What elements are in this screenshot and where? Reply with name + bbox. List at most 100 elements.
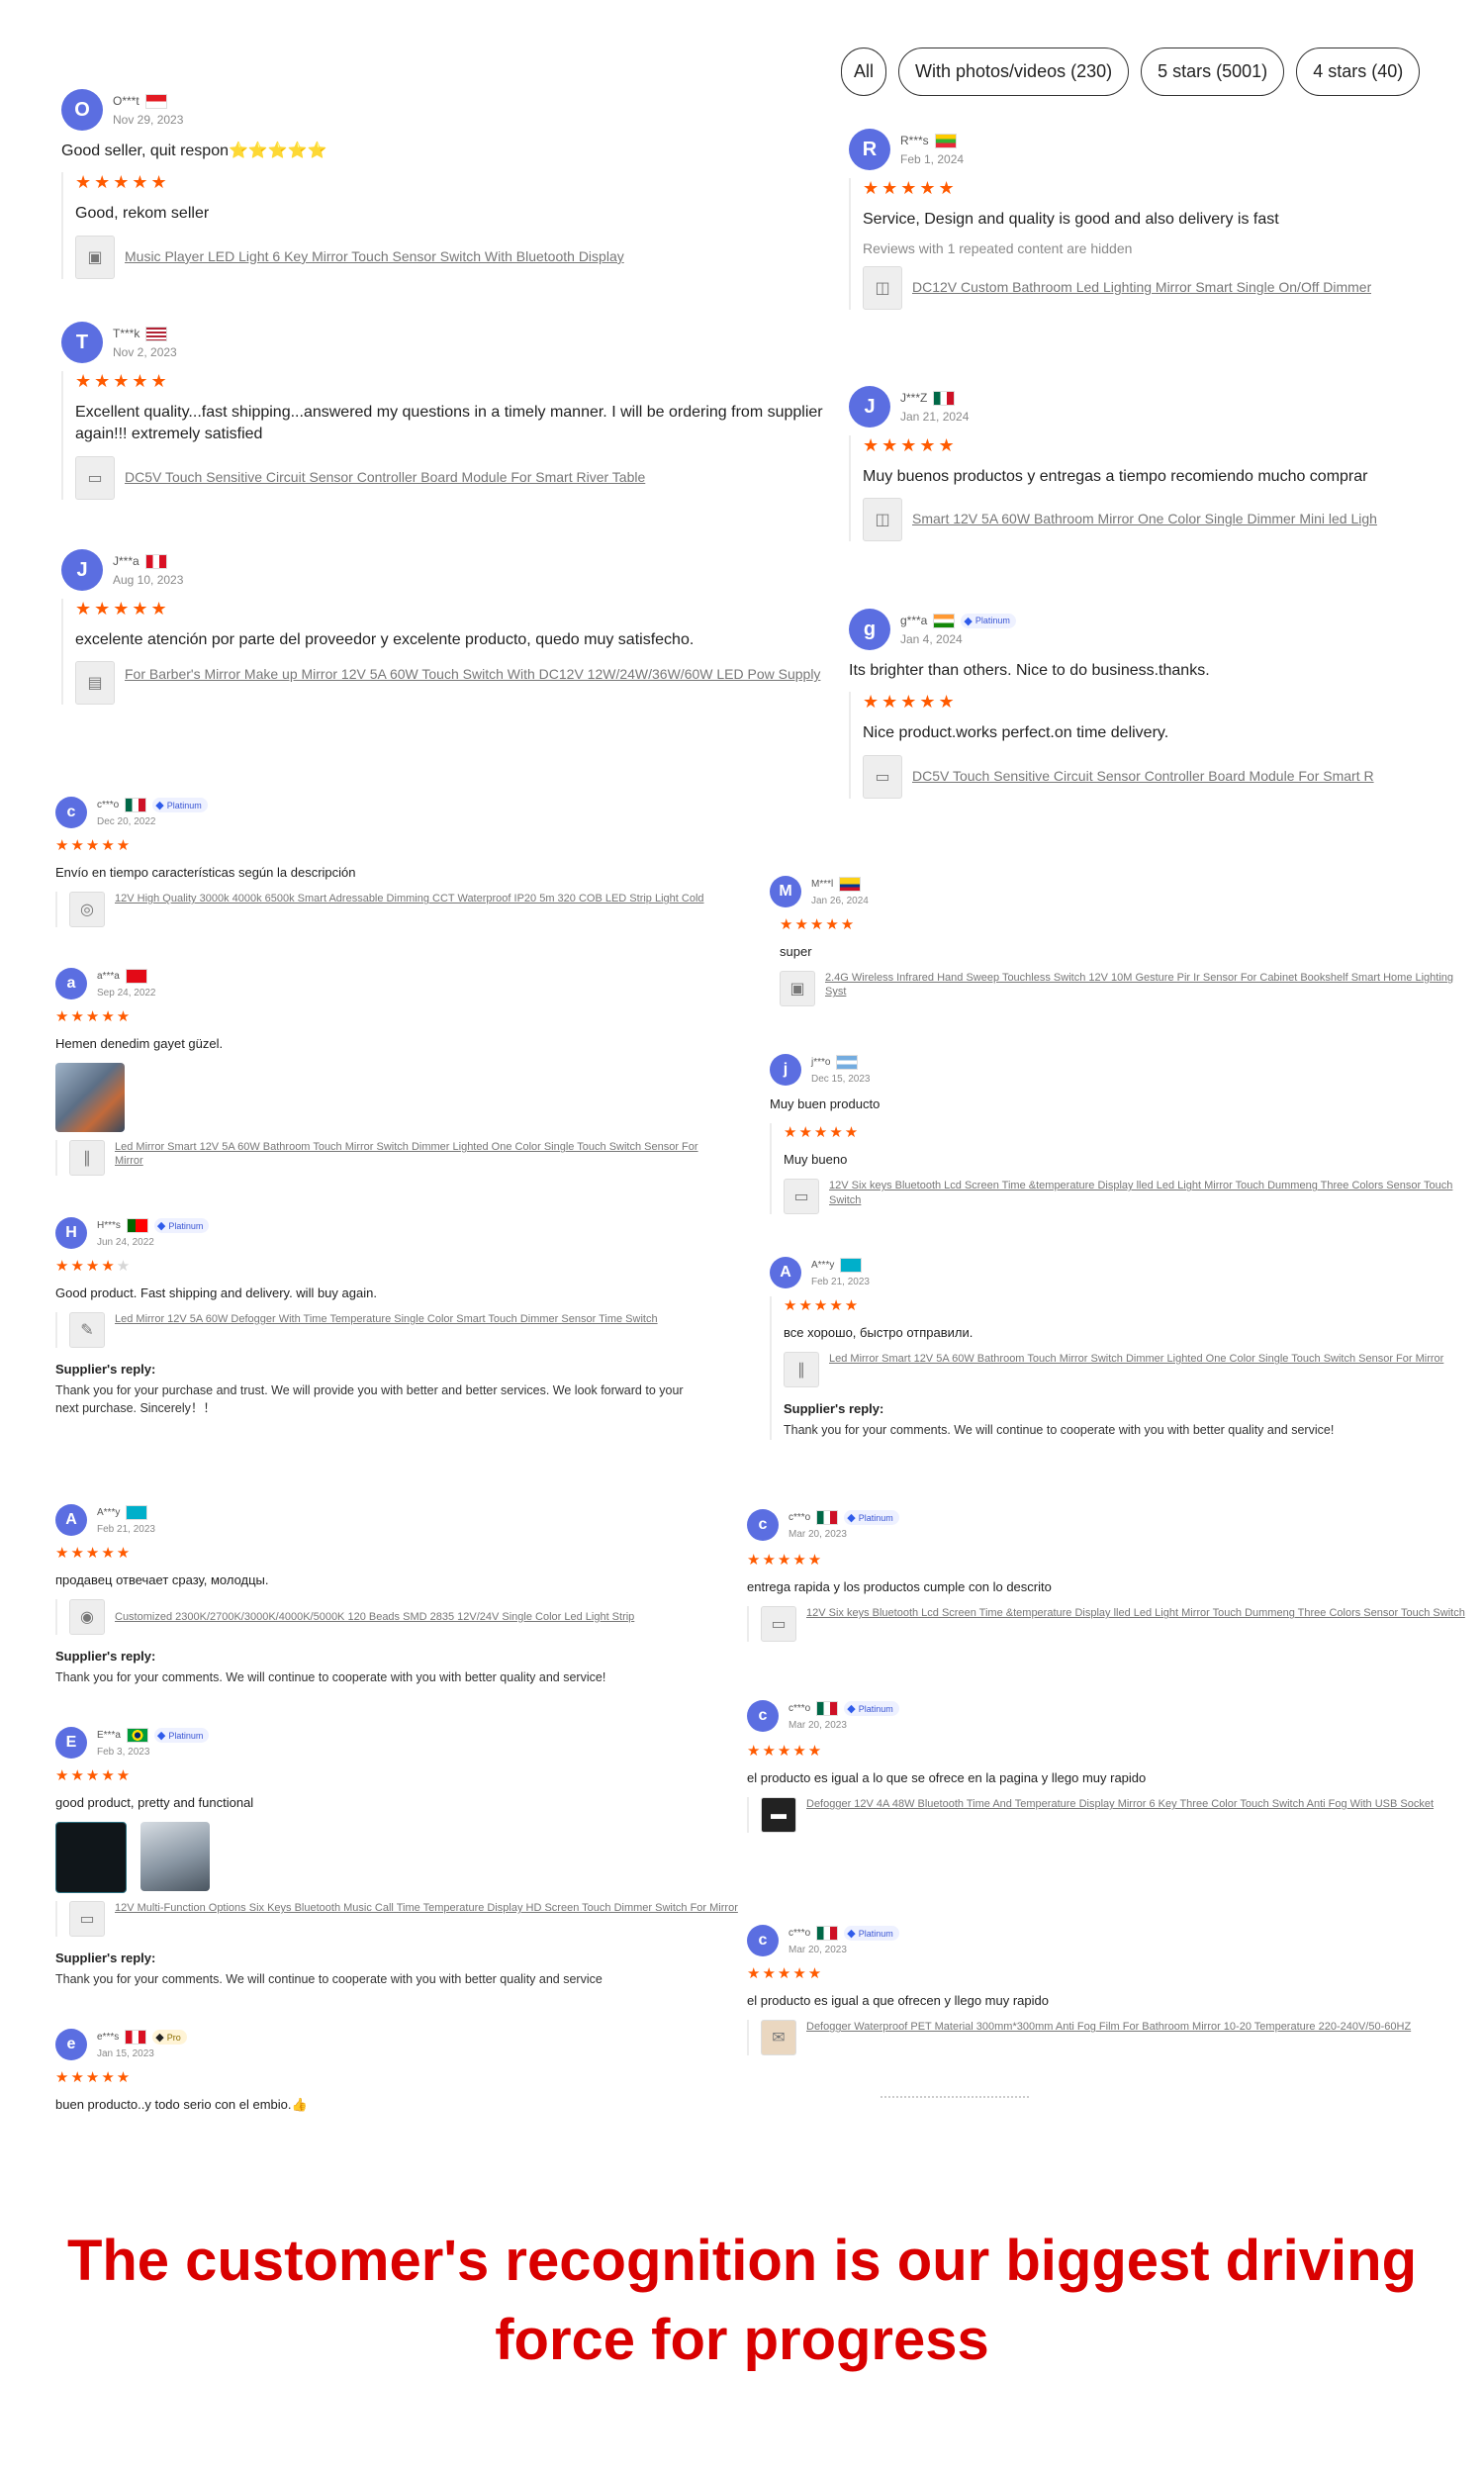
product-link[interactable]: ∥ Led Mirror Smart 12V 5A 60W Bathroom T… [784,1352,1462,1388]
product-link[interactable]: ◫ Smart 12V 5A 60W Bathroom Mirror One C… [863,498,1452,542]
flag-icon [144,93,167,109]
product-thumbnail: ▭ [69,1901,105,1938]
product-link[interactable]: ▤ For Barber's Mirror Make up Mirror 12V… [75,661,823,706]
reviewer-name: E***a [97,1730,121,1741]
product-link[interactable]: ▣ 2.4G Wireless Infrared Hand Sweep Touc… [780,971,1462,1007]
review-card: j j***o Dec 15, 2023 Muy buen producto ★… [770,1054,1462,1215]
star-rating: ★★★★★ [55,2069,133,2086]
product-title[interactable]: Smart 12V 5A 60W Bathroom Mirror One Col… [912,510,1377,527]
avatar: R [849,129,890,170]
product-title[interactable]: DC5V Touch Sensitive Circuit Sensor Cont… [125,468,645,486]
product-thumbnail: ▭ [75,455,115,500]
product-title[interactable]: Defogger Waterproof PET Material 300mm*3… [806,2020,1459,2034]
product-title[interactable]: 12V Multi-Function Options Six Keys Blue… [115,1901,738,1915]
review-card: g g***a ◆ Platinum Jan 4, 2024 Its brighte… [849,609,1452,799]
star-rating: ★★★★★ [75,371,170,391]
product-thumbnail: ▤ [75,661,115,706]
filter-all[interactable]: All [841,48,887,96]
review-card: J J***a Aug 10, 2023 ★★★★★ excelente ate… [61,549,823,706]
product-thumbnail: ◎ [69,892,105,928]
supplier-reply: Thank you for your purchase and trust. W… [55,1383,684,1415]
platinum-badge: ◆ Platinum [153,1728,210,1743]
star-rating: ★★★★★ [75,599,170,618]
avatar: c [747,1925,779,1956]
review-text: buen producto..y todo serio con el embio… [55,2097,308,2112]
diamond-icon: ◆ [847,1928,856,1940]
pro-badge: ◆ Pro [152,2030,187,2045]
product-link[interactable]: ∥ Led Mirror Smart 12V 5A 60W Bathroom T… [69,1140,728,1177]
review-card: c c***o ◆ Platinum Dec 20, 2022 ★★★★★ Enví… [55,797,728,928]
product-link[interactable]: ▭ 12V Multi-Function Options Six Keys Bl… [69,1901,738,1938]
flag-icon [125,798,147,812]
diamond-icon: ◆ [847,1512,856,1524]
product-link[interactable]: ▣ Music Player LED Light 6 Key Mirror To… [75,235,823,279]
supplier-reply: Thank you for your comments. We will con… [55,1972,603,1987]
product-title[interactable]: DC5V Touch Sensitive Circuit Sensor Cont… [912,767,1374,785]
product-title[interactable]: Defogger 12V 4A 48W Bluetooth Time And T… [806,1797,1434,1811]
product-title[interactable]: Music Player LED Light 6 Key Mirror Touc… [125,247,624,265]
product-link[interactable]: ▭ DC5V Touch Sensitive Circuit Sensor Co… [863,754,1452,799]
product-title[interactable]: 2.4G Wireless Infrared Hand Sweep Touchl… [825,971,1462,999]
reviewer-name: g***a [900,614,928,627]
supplier-reply: Thank you for your comments. We will con… [55,1670,606,1685]
reviewer-name: A***y [97,1507,121,1518]
supplier-reply-label: Supplier's reply: [55,1649,156,1665]
hidden-reviews-note: Reviews with 1 repeated content are hidd… [863,240,1133,257]
flag-icon [145,326,168,341]
review-headline: Good seller, quit respon⭐⭐⭐⭐⭐ [61,143,327,159]
platinum-badge: ◆ Platinum [844,1510,899,1525]
review-card: c c***o ◆ Platinum Mar 20, 2023 ★★★★★ entr… [747,1509,1469,1643]
review-photo[interactable] [140,1822,210,1892]
product-title[interactable]: Led Mirror Smart 12V 5A 60W Bathroom Tou… [829,1352,1443,1366]
review-card: J J***Z Jan 21, 2024 ★★★★★ Muy buenos pr… [849,386,1452,542]
star-rating: ★★★★★ [55,1767,133,1784]
review-card: M M***l Jan 26, 2024 ★★★★★ super ▣ 2.4G … [770,876,1462,1007]
star-rating: ★★★★★ [780,916,857,933]
product-title[interactable]: DC12V Custom Bathroom Led Lighting Mirro… [912,278,1371,296]
flag-icon [816,1926,839,1941]
review-date: Feb 3, 2023 [97,1747,150,1758]
product-link[interactable]: ✎ Led Mirror 12V 5A 60W Defogger With Ti… [69,1312,728,1349]
filter-4-stars[interactable]: 4 stars (40) [1296,48,1421,96]
review-date: Dec 15, 2023 [811,1074,871,1085]
review-text: Good, rekom seller [75,205,210,223]
review-photo[interactable] [55,1822,127,1894]
product-link[interactable]: ◉ Customized 2300K/2700K/3000K/4000K/500… [69,1599,738,1636]
flag-icon [816,1701,839,1716]
review-card: c c***o ◆ Platinum Mar 20, 2023 ★★★★★ el p… [747,1700,1469,1834]
product-link[interactable]: ✉ Defogger Waterproof PET Material 300mm… [761,2020,1469,2056]
review-photo[interactable] [55,1063,125,1133]
review-card: e e***s ◆ Pro Jan 15, 2023 ★★★★★ buen prod… [55,2029,738,2124]
avatar: c [747,1509,779,1541]
flag-icon [840,1258,863,1273]
product-link[interactable]: ▬ Defogger 12V 4A 48W Bluetooth Time And… [761,1797,1469,1834]
star-rating: ★★★★★ [75,172,170,193]
tagline-line-1: The customer's recognition is our bigges… [66,2229,1418,2293]
product-link[interactable]: ◫ DC12V Custom Bathroom Led Lighting Mir… [863,266,1452,311]
filter-with-photos[interactable]: With photos/videos (230) [898,48,1130,96]
review-text: продавец отвечает сразу, молодцы. [55,1572,269,1587]
filter-5-stars[interactable]: 5 stars (5001) [1141,48,1285,96]
star-rating: ★★★★★ [863,692,958,713]
review-text: Nice product.works perfect.on time deliv… [863,724,1169,742]
product-title[interactable]: For Barber's Mirror Make up Mirror 12V 5… [125,665,820,683]
flag-icon [126,1218,148,1233]
promo-tagline: The customer's recognition is our bigges… [0,2222,1484,2380]
product-title[interactable]: Customized 2300K/2700K/3000K/4000K/5000K… [115,1610,634,1624]
product-thumbnail: ◫ [863,498,902,542]
product-thumbnail: ▬ [761,1797,796,1834]
review-body: ★★★★★ Nice product.works perfect.on time… [849,692,1452,799]
avatar: O [61,89,103,131]
product-title[interactable]: 12V High Quality 3000k 4000k 6500k Smart… [115,892,704,905]
product-link[interactable]: ▭ DC5V Touch Sensitive Circuit Sensor Co… [75,455,823,500]
product-title[interactable]: Led Mirror 12V 5A 60W Defogger With Time… [115,1312,658,1326]
product-link[interactable]: ▭ 12V Six keys Bluetooth Lcd Screen Time… [761,1606,1469,1643]
product-link[interactable]: ▭ 12V Six keys Bluetooth Lcd Screen Time… [784,1179,1462,1215]
product-title[interactable]: Led Mirror Smart 12V 5A 60W Bathroom Tou… [115,1140,728,1169]
product-title[interactable]: 12V Six keys Bluetooth Lcd Screen Time &… [806,1606,1465,1620]
product-title[interactable]: 12V Six keys Bluetooth Lcd Screen Time &… [829,1179,1462,1207]
reviewer-name: a***a [97,971,120,982]
product-link[interactable]: ◎ 12V High Quality 3000k 4000k 6500k Sma… [69,892,728,928]
review-text: Envío en tiempo características según la… [55,865,356,880]
product-thumbnail: ▭ [863,754,902,799]
